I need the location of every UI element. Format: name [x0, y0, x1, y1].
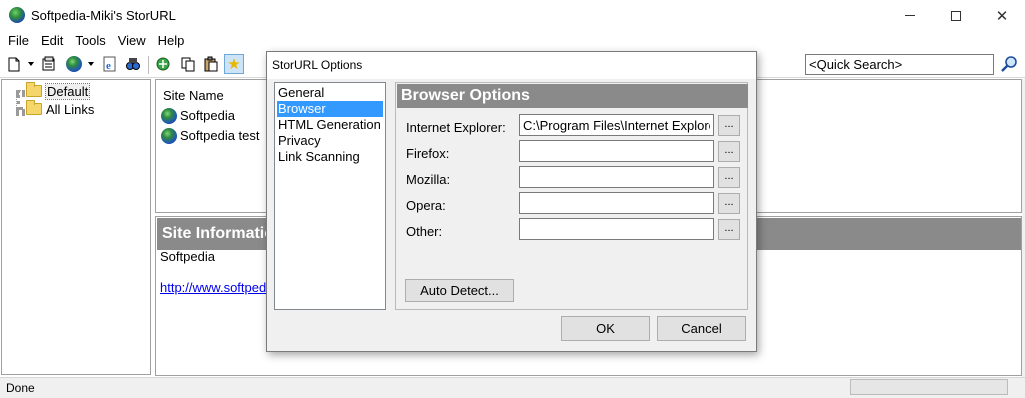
list-item[interactable]: Softpedia — [161, 106, 235, 125]
list-item[interactable]: Softpedia test — [161, 126, 260, 145]
browser-options-header: Browser Options — [397, 84, 748, 108]
other-label: Other: — [406, 224, 443, 239]
properties-button[interactable] — [40, 55, 58, 73]
site-name: Softpedia test — [180, 128, 260, 143]
favorites-button[interactable]: ★ — [224, 54, 244, 74]
browse-other-button[interactable]: ... — [718, 219, 740, 240]
tree-item-default[interactable]: Default — [26, 82, 91, 100]
folder-tree[interactable]: Default All Links — [1, 79, 151, 375]
internet-explorer-label: Internet Explorer: — [406, 120, 506, 135]
menu-tools[interactable]: Tools — [69, 31, 111, 51]
ok-button[interactable]: OK — [561, 316, 650, 341]
status-bar: Done — [0, 377, 1025, 398]
dialog-title: StorURL Options — [267, 52, 756, 79]
copy-icon — [181, 57, 195, 72]
menu-file[interactable]: File — [2, 31, 35, 51]
chevron-down-icon[interactable] — [88, 62, 94, 66]
other-path-input[interactable] — [519, 218, 714, 240]
browser-options-panel: Browser Options Internet Explorer: ... F… — [395, 82, 748, 310]
opera-path-input[interactable] — [519, 192, 714, 214]
mozilla-label: Mozilla: — [406, 172, 451, 187]
site-name: Softpedia — [180, 108, 235, 123]
progress-bar — [850, 379, 1008, 395]
maximize-icon — [951, 10, 961, 21]
category-link-scanning[interactable]: Link Scanning — [277, 149, 383, 165]
internet-explorer-icon: e — [103, 56, 116, 72]
tree-item-all-links[interactable]: All Links — [26, 100, 94, 118]
binoculars-icon — [126, 58, 140, 70]
globe-icon — [161, 107, 177, 124]
open-browser-button[interactable]: e — [101, 55, 119, 73]
check-links-button[interactable] — [154, 55, 172, 73]
close-icon: ✕ — [995, 7, 1009, 25]
auto-detect-button[interactable]: Auto Detect... — [405, 279, 514, 302]
browse-firefox-button[interactable]: ... — [718, 141, 740, 162]
properties-icon — [42, 56, 55, 71]
toolbar-separator — [148, 56, 149, 74]
browse-mozilla-button[interactable]: ... — [718, 167, 740, 188]
folder-icon — [26, 100, 42, 115]
category-html-generation[interactable]: HTML Generation — [277, 117, 383, 133]
chevron-down-icon[interactable] — [28, 62, 34, 66]
globe-icon — [161, 127, 177, 144]
minimize-icon — [905, 15, 915, 16]
folder-icon — [26, 82, 42, 97]
column-header-site-name[interactable]: Site Name — [156, 85, 269, 107]
minimize-button[interactable] — [887, 0, 933, 31]
opera-label: Opera: — [406, 198, 446, 213]
category-general[interactable]: General — [277, 85, 383, 101]
menu-bar: File Edit Tools View Help — [0, 31, 1025, 51]
firefox-label: Firefox: — [406, 146, 450, 161]
mozilla-path-input[interactable] — [519, 166, 714, 188]
tree-connector — [16, 109, 25, 113]
title-bar: Softpedia-Miki's StorURL ✕ — [0, 0, 1025, 31]
close-button[interactable]: ✕ — [979, 0, 1025, 31]
menu-edit[interactable]: Edit — [35, 31, 69, 51]
firefox-path-input[interactable] — [519, 140, 714, 162]
menu-view[interactable]: View — [112, 31, 152, 51]
svg-text:e: e — [106, 60, 111, 72]
add-site-button[interactable] — [65, 55, 83, 73]
browse-internet-explorer-button[interactable]: ... — [718, 115, 740, 136]
star-icon: ★ — [227, 55, 241, 73]
maximize-button[interactable] — [933, 0, 979, 31]
link-scan-icon — [156, 57, 170, 71]
search-button[interactable] — [999, 54, 1019, 74]
tree-connector — [16, 90, 25, 94]
status-text: Done — [6, 381, 35, 395]
internet-explorer-path-input[interactable] — [519, 114, 714, 136]
options-dialog: StorURL Options General Browser HTML Gen… — [266, 51, 757, 352]
tree-item-label: Default — [44, 82, 91, 100]
paste-icon — [204, 56, 218, 72]
window-title: Softpedia-Miki's StorURL — [31, 8, 176, 23]
search-icon — [1001, 56, 1017, 72]
category-privacy[interactable]: Privacy — [277, 133, 383, 149]
paste-button[interactable] — [202, 55, 220, 73]
options-category-list[interactable]: General Browser HTML Generation Privacy … — [274, 82, 386, 310]
find-button[interactable] — [124, 55, 142, 73]
browse-opera-button[interactable]: ... — [718, 193, 740, 214]
cancel-button[interactable]: Cancel — [657, 316, 746, 341]
menu-help[interactable]: Help — [152, 31, 191, 51]
category-browser[interactable]: Browser — [277, 101, 383, 117]
globe-icon — [9, 7, 25, 23]
tree-item-label: All Links — [46, 101, 95, 117]
site-info-name: Softpedia — [160, 249, 215, 264]
new-document-icon — [8, 57, 20, 71]
copy-button[interactable] — [179, 55, 197, 73]
globe-icon — [66, 56, 82, 72]
new-document-button[interactable] — [5, 55, 23, 73]
quick-search-input[interactable] — [805, 54, 994, 75]
